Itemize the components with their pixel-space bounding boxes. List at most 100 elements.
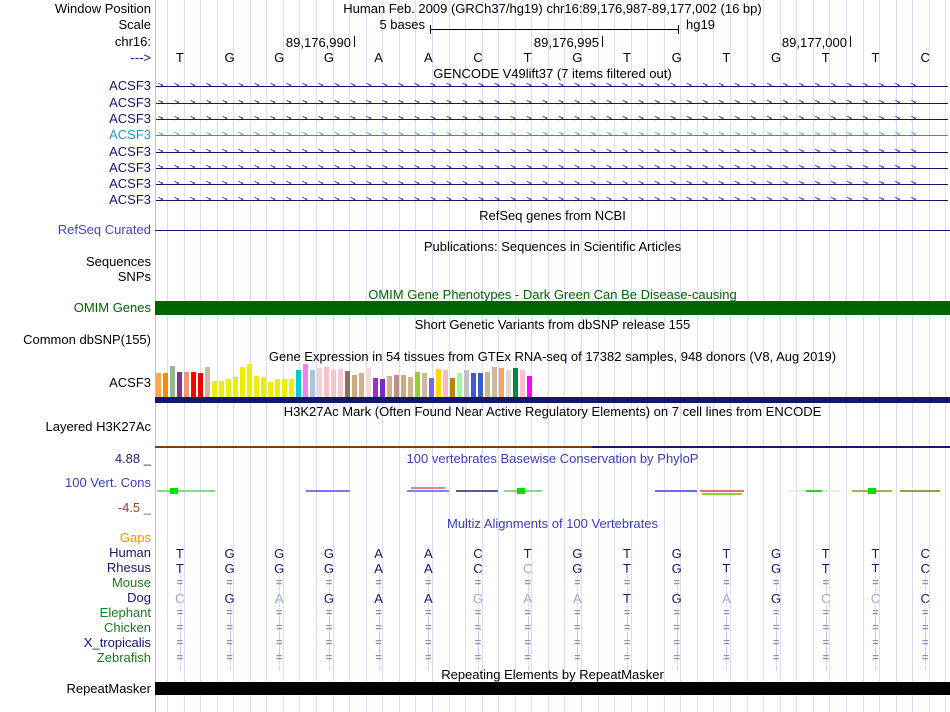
gtex-tissue-bar[interactable] bbox=[233, 377, 238, 397]
alignment-cell: A bbox=[374, 546, 383, 561]
gtex-tissue-bar[interactable] bbox=[212, 381, 217, 397]
gtex-tissue-bar[interactable] bbox=[261, 377, 266, 397]
gtex-tissue-bar[interactable] bbox=[394, 375, 399, 397]
gtex-tissue-bar[interactable] bbox=[191, 372, 196, 397]
gtex-tissue-bar[interactable] bbox=[387, 376, 392, 397]
gtex-tissue-bar[interactable] bbox=[527, 376, 532, 397]
gtex-tissue-bar[interactable] bbox=[184, 372, 189, 397]
alignment-cell: = bbox=[453, 572, 503, 595]
gtex-tissue-bar[interactable] bbox=[520, 370, 525, 397]
omim-gene-item[interactable] bbox=[155, 301, 950, 315]
conservation-track-title[interactable]: 100 vertebrates Basewise Conservation by… bbox=[155, 452, 950, 466]
gtex-tissue-bar[interactable] bbox=[310, 370, 315, 397]
gtex-tissue-bar[interactable] bbox=[289, 379, 294, 397]
gtex-tissue-bar[interactable] bbox=[331, 370, 336, 397]
alignment-row-human[interactable]: TGGGAACTGTGTGTTC bbox=[155, 546, 950, 561]
gtex-tissue-bar[interactable] bbox=[513, 368, 518, 397]
alignment-row-elephant[interactable]: = = = = = = = = = = = = = = = = bbox=[155, 602, 950, 625]
gtex-tissue-bar[interactable] bbox=[254, 376, 259, 397]
gtex-tissue-bar[interactable] bbox=[303, 364, 308, 397]
gtex-tissue-bar[interactable] bbox=[380, 379, 385, 397]
alignment-cell: = bbox=[751, 572, 801, 595]
gene-name-label: ACSF3 bbox=[109, 111, 151, 126]
gtex-tissue-bar[interactable] bbox=[429, 378, 434, 397]
gtex-tissue-bar[interactable] bbox=[457, 373, 462, 397]
gtex-tissue-bar[interactable] bbox=[282, 379, 287, 397]
refseq-curated-item[interactable] bbox=[155, 230, 950, 231]
gtex-tissue-bar[interactable] bbox=[464, 370, 469, 397]
gtex-tissue-bar[interactable] bbox=[499, 368, 504, 397]
gtex-tissue-bar[interactable] bbox=[177, 372, 182, 397]
gene-transcript[interactable]: >>>>>>>>>>>>>>>>>>>>>>>>>>>>>>>>>>>>>>>>… bbox=[156, 95, 948, 111]
alignment-cell: = bbox=[801, 572, 851, 595]
gtex-tissue-bar[interactable] bbox=[359, 373, 364, 397]
gene-name-label: ACSF3 bbox=[109, 144, 151, 159]
gene-transcript[interactable]: >>>>>>>>>>>>>>>>>>>>>>>>>>>>>>>>>>>>>>>>… bbox=[156, 111, 948, 127]
gene-transcript[interactable]: >>>>>>>>>>>>>>>>>>>>>>>>>>>>>>>>>>>>>>>>… bbox=[156, 192, 948, 208]
conservation-min-value: -4.5 _ bbox=[117, 500, 151, 515]
gene-transcript[interactable]: >>>>>>>>>>>>>>>>>>>>>>>>>>>>>>>>>>>>>>>>… bbox=[156, 144, 948, 160]
gtex-tissue-bar[interactable] bbox=[345, 371, 350, 397]
gtex-tissue-bar[interactable] bbox=[436, 369, 441, 397]
gtex-tissue-bar[interactable] bbox=[450, 378, 455, 397]
gtex-tissue-bar[interactable] bbox=[443, 370, 448, 397]
gene-transcript[interactable]: >>>>>>>>>>>>>>>>>>>>>>>>>>>>>>>>>>>>>>>>… bbox=[156, 160, 948, 176]
gtex-tissue-bar[interactable] bbox=[366, 368, 371, 397]
h3k27ac-signal[interactable] bbox=[155, 446, 950, 448]
gtex-tissue-bar[interactable] bbox=[268, 382, 273, 397]
gene-transcript[interactable]: >>>>>>>>>>>>>>>>>>>>>>>>>>>>>>>>>>>>>>>>… bbox=[156, 78, 948, 94]
alignment-row-x_tropicalis[interactable]: = = = = = = = = = = = = = = = = bbox=[155, 632, 950, 655]
gtex-tissue-bar[interactable] bbox=[415, 372, 420, 397]
gtex-tissue-bar[interactable] bbox=[317, 368, 322, 397]
h3k27ac-track-title[interactable]: H3K27Ac Mark (Often Found Near Active Re… bbox=[155, 405, 950, 419]
alignment-row-mouse[interactable]: = = = = = = = = = = = = = = = = bbox=[155, 572, 950, 595]
gtex-tissue-bar[interactable] bbox=[219, 381, 224, 397]
gtex-tissue-bar[interactable] bbox=[422, 373, 427, 397]
alignment-row-rhesus[interactable]: TGGGAACCGTGTGTTC bbox=[155, 561, 950, 576]
alignment-cell: = bbox=[652, 647, 702, 670]
gene-transcript[interactable]: >>>>>>>>>>>>>>>>>>>>>>>>>>>>>>>>>>>>>>>>… bbox=[156, 127, 948, 143]
repeatmasker-track-title[interactable]: Repeating Elements by RepeatMasker bbox=[155, 668, 950, 682]
base-letter: G bbox=[671, 50, 682, 65]
species-label-chicken: Chicken bbox=[104, 620, 151, 635]
gtex-tissue-bar[interactable] bbox=[226, 379, 231, 397]
gtex-tissue-bar[interactable] bbox=[170, 366, 175, 397]
alignment-cell: G bbox=[323, 546, 334, 561]
alignment-row-dog[interactable]: CGAGAAGAATGAGCCC bbox=[155, 591, 950, 606]
repeatmasker-item[interactable] bbox=[155, 682, 950, 695]
gtex-tissue-bar[interactable] bbox=[408, 377, 413, 397]
gtex-tissue-bar[interactable] bbox=[492, 367, 497, 397]
gtex-tissue-bar[interactable] bbox=[373, 378, 378, 397]
multiz-track-title[interactable]: Multiz Alignments of 100 Vertebrates bbox=[155, 517, 950, 531]
alignment-row-zebrafish[interactable]: = = = = = = = = = = = = = = = = bbox=[155, 647, 950, 670]
gene-name-label: ACSF3 bbox=[109, 127, 151, 142]
gtex-tissue-bar[interactable] bbox=[156, 373, 161, 397]
dbsnp-track-title[interactable]: Short Genetic Variants from dbSNP releas… bbox=[155, 318, 950, 332]
gtex-tissue-bar[interactable] bbox=[240, 367, 245, 397]
gtex-tissue-bar[interactable] bbox=[506, 370, 511, 397]
gtex-tissue-bar[interactable] bbox=[296, 370, 301, 397]
gtex-tissue-bar[interactable] bbox=[198, 373, 203, 397]
gtex-tissue-bar[interactable] bbox=[324, 367, 329, 397]
gtex-tissue-bar[interactable] bbox=[247, 364, 252, 397]
gtex-tissue-bar[interactable] bbox=[471, 373, 476, 397]
gtex-tissue-bar[interactable] bbox=[485, 372, 490, 397]
gtex-tissue-bar[interactable] bbox=[401, 375, 406, 397]
gtex-tissue-bar[interactable] bbox=[338, 369, 343, 397]
alignment-row-chicken[interactable]: = = = = = = = = = = = = = = = = bbox=[155, 617, 950, 640]
species-label-mouse: Mouse bbox=[111, 575, 151, 590]
gtex-expression-bars[interactable] bbox=[156, 363, 576, 397]
gtex-track-title[interactable]: Gene Expression in 54 tissues from GTEx … bbox=[155, 350, 950, 364]
gene-transcript[interactable]: >>>>>>>>>>>>>>>>>>>>>>>>>>>>>>>>>>>>>>>>… bbox=[156, 176, 948, 192]
gtex-tissue-bar[interactable] bbox=[352, 375, 357, 397]
alignment-cell: G bbox=[224, 546, 235, 561]
refseq-track-title[interactable]: RefSeq genes from NCBI bbox=[155, 209, 950, 223]
gtex-tissue-bar[interactable] bbox=[478, 373, 483, 397]
publications-track-title[interactable]: Publications: Sequences in Scientific Ar… bbox=[155, 240, 950, 254]
conservation-label: 100 Vert. Cons bbox=[65, 475, 151, 490]
gtex-tissue-bar[interactable] bbox=[275, 379, 280, 397]
gtex-tissue-bar[interactable] bbox=[205, 367, 210, 397]
base-letter: A bbox=[423, 50, 433, 65]
gtex-tissue-bar[interactable] bbox=[163, 373, 168, 397]
omim-track-title[interactable]: OMIM Gene Phenotypes - Dark Green Can Be… bbox=[155, 288, 950, 302]
